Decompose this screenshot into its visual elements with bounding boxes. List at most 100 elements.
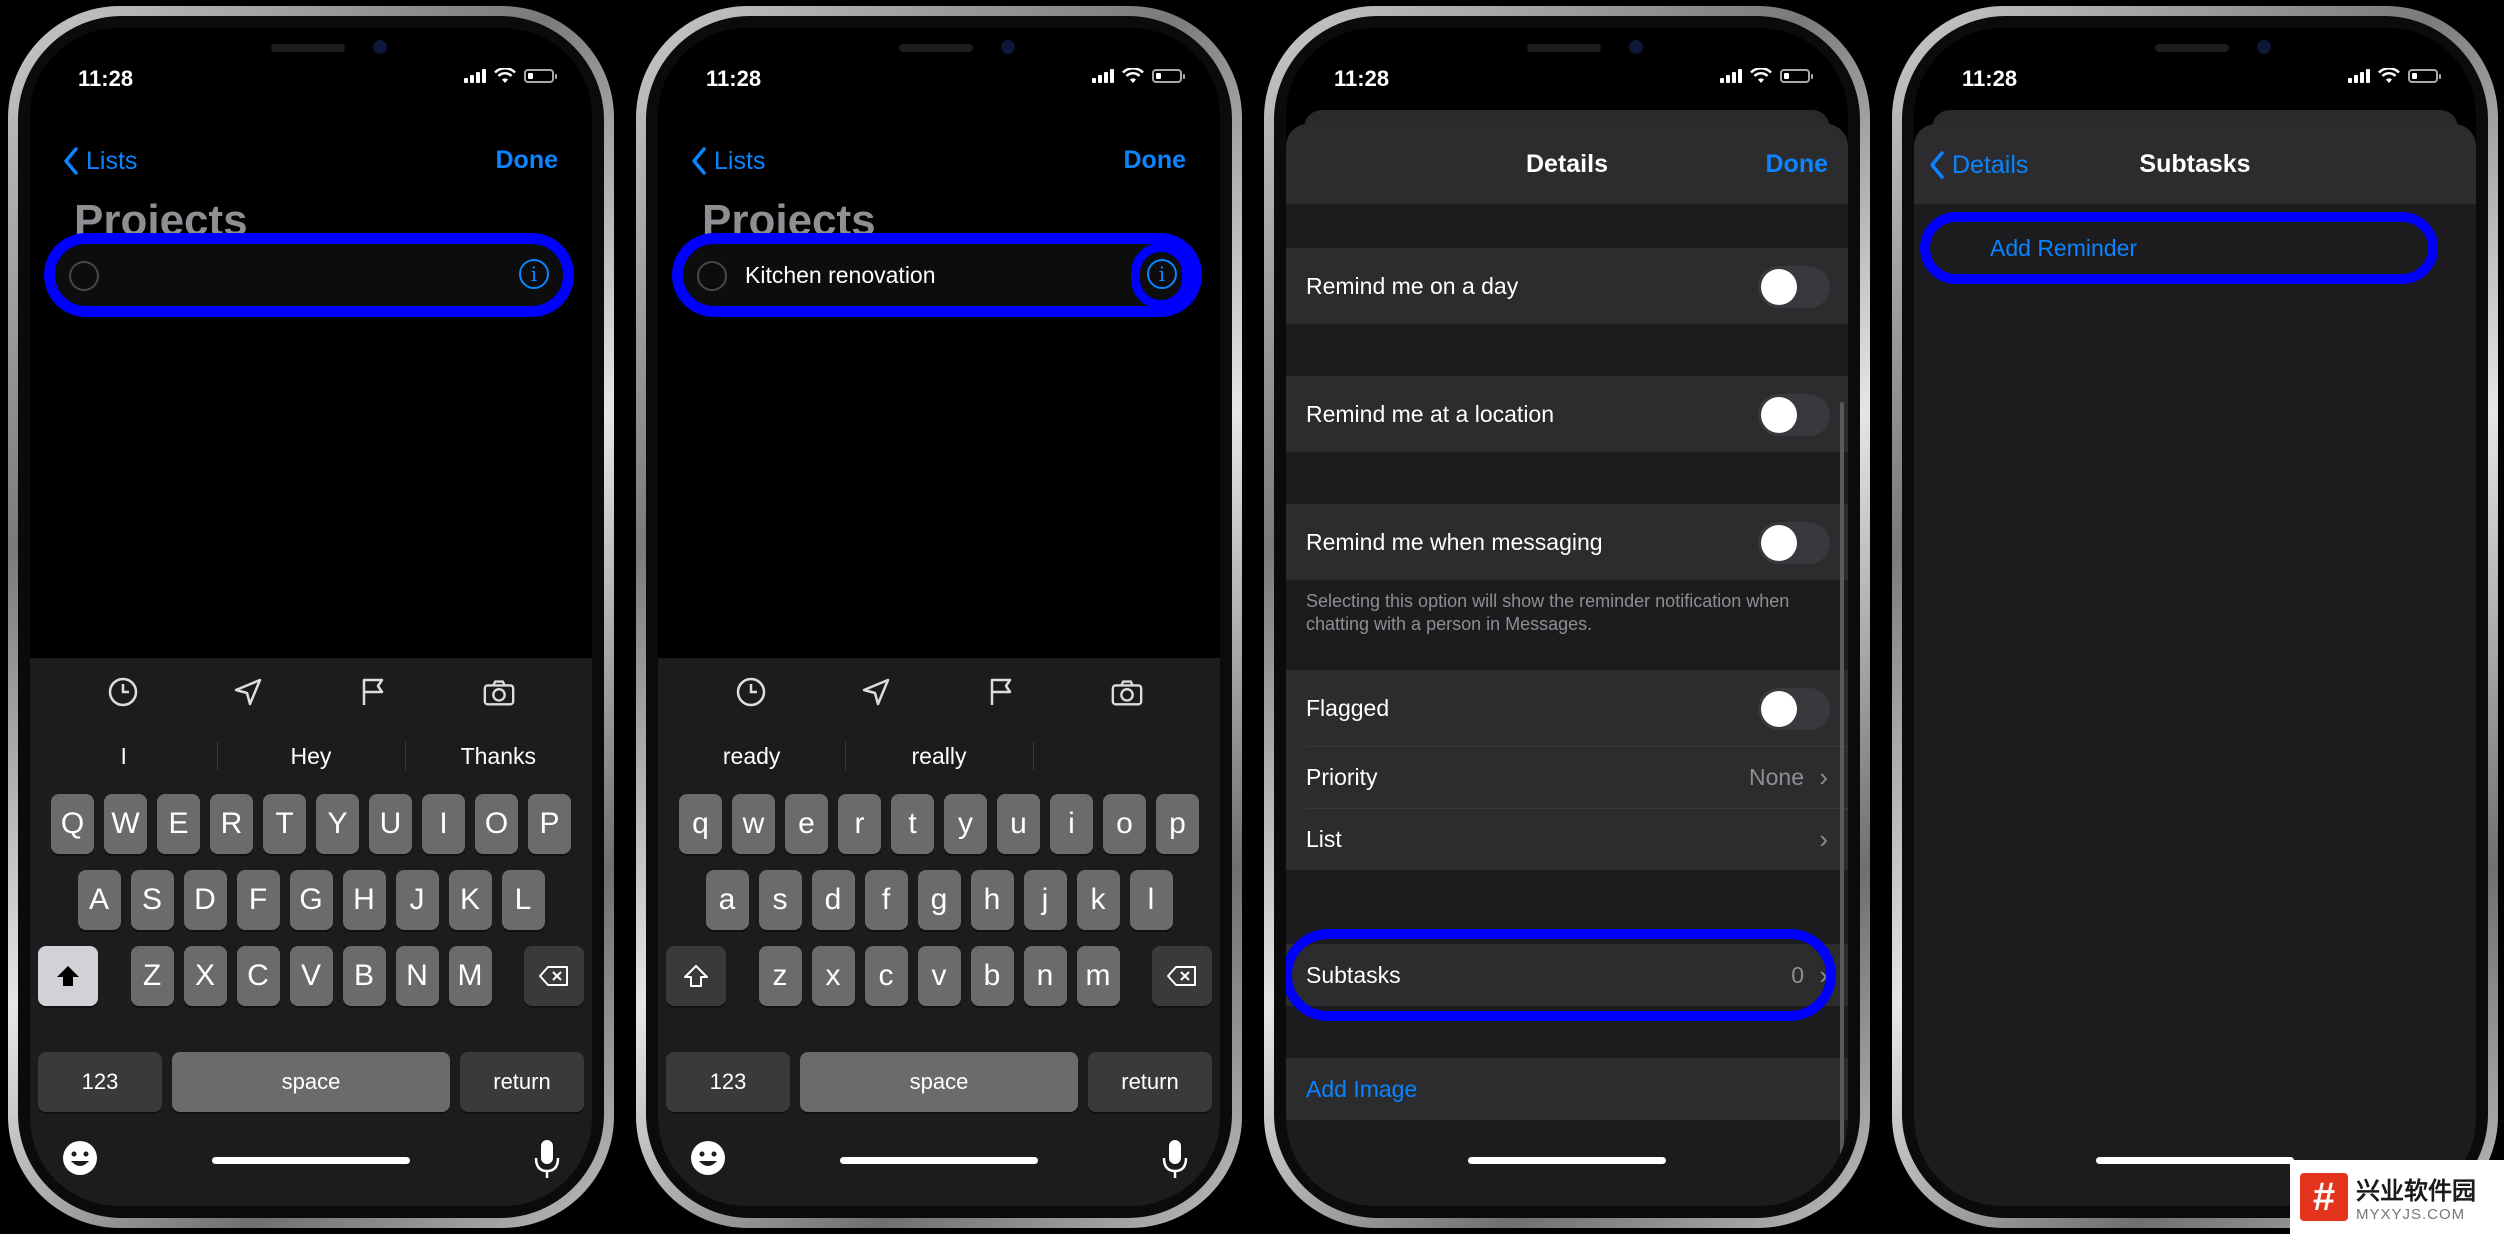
remind-day-toggle[interactable]	[1758, 266, 1830, 308]
key[interactable]: p	[1156, 794, 1199, 854]
key[interactable]: u	[997, 794, 1040, 854]
suggestion[interactable]	[1032, 726, 1220, 786]
done-button[interactable]: Done	[1124, 146, 1187, 175]
key[interactable]: A	[77, 870, 121, 930]
key[interactable]: x	[811, 946, 855, 1006]
key[interactable]: l	[1129, 870, 1173, 930]
remind-messaging-row[interactable]: Remind me when messaging	[1286, 504, 1848, 580]
flag-icon[interactable]	[985, 675, 1019, 709]
delete-key[interactable]	[524, 946, 584, 1006]
add-image-button[interactable]: Add Image	[1306, 1076, 1417, 1103]
clock-icon[interactable]	[734, 675, 768, 709]
key[interactable]: Z	[130, 946, 174, 1006]
suggestion[interactable]: really	[845, 726, 1032, 786]
key[interactable]: D	[183, 870, 227, 930]
key[interactable]: W	[104, 794, 147, 854]
info-icon[interactable]: i	[519, 259, 549, 289]
key[interactable]: N	[395, 946, 439, 1006]
home-indicator[interactable]	[840, 1157, 1038, 1164]
key[interactable]: X	[183, 946, 227, 1006]
key[interactable]: i	[1050, 794, 1093, 854]
key[interactable]: I	[422, 794, 465, 854]
completion-circle[interactable]	[69, 261, 99, 291]
info-icon[interactable]: i	[1147, 259, 1177, 289]
home-indicator[interactable]	[212, 1157, 410, 1164]
key[interactable]: Q	[51, 794, 94, 854]
key[interactable]: M	[448, 946, 492, 1006]
add-reminder-button[interactable]: Add Reminder	[1920, 212, 2438, 284]
back-button[interactable]: Lists	[690, 146, 765, 176]
home-indicator[interactable]	[1468, 1157, 1666, 1164]
scrollbar[interactable]	[1840, 402, 1844, 1172]
flagged-row[interactable]: Flagged	[1286, 670, 1848, 746]
key[interactable]: U	[369, 794, 412, 854]
reminder-text-input[interactable]: Kitchen renovation	[745, 262, 936, 289]
key[interactable]: n	[1023, 946, 1067, 1006]
list-row[interactable]: List ›	[1286, 808, 1848, 870]
clock-icon[interactable]	[106, 675, 140, 709]
return-key[interactable]: return	[460, 1052, 584, 1112]
remind-location-row[interactable]: Remind me at a location	[1286, 376, 1848, 452]
key[interactable]: K	[448, 870, 492, 930]
key[interactable]: L	[501, 870, 545, 930]
key[interactable]: G	[289, 870, 333, 930]
remind-messaging-toggle[interactable]	[1758, 522, 1830, 564]
delete-key[interactable]	[1152, 946, 1212, 1006]
key[interactable]: c	[864, 946, 908, 1006]
space-key[interactable]: space	[172, 1052, 450, 1112]
key[interactable]: y	[944, 794, 987, 854]
numbers-key[interactable]: 123	[666, 1052, 790, 1112]
key[interactable]: h	[970, 870, 1014, 930]
key[interactable]: O	[475, 794, 518, 854]
suggestion[interactable]: I	[30, 726, 217, 786]
key[interactable]: d	[811, 870, 855, 930]
camera-icon[interactable]	[1110, 675, 1144, 709]
key[interactable]: m	[1076, 946, 1120, 1006]
add-image-row[interactable]: Add Image	[1286, 1058, 1848, 1120]
key[interactable]: E	[157, 794, 200, 854]
space-key[interactable]: space	[800, 1052, 1078, 1112]
location-arrow-icon[interactable]	[231, 675, 265, 709]
key[interactable]: Y	[316, 794, 359, 854]
location-arrow-icon[interactable]	[859, 675, 893, 709]
flagged-toggle[interactable]	[1758, 688, 1830, 730]
numbers-key[interactable]: 123	[38, 1052, 162, 1112]
remind-day-row[interactable]: Remind me on a day	[1286, 248, 1848, 324]
completion-circle[interactable]	[697, 261, 727, 291]
shift-key[interactable]	[666, 946, 726, 1006]
done-button[interactable]: Done	[496, 146, 559, 175]
key[interactable]: r	[838, 794, 881, 854]
camera-icon[interactable]	[482, 675, 516, 709]
key[interactable]: R	[210, 794, 253, 854]
key[interactable]: e	[785, 794, 828, 854]
suggestion[interactable]: Thanks	[404, 726, 592, 786]
key[interactable]: F	[236, 870, 280, 930]
key[interactable]: P	[528, 794, 571, 854]
emoji-icon[interactable]	[688, 1138, 728, 1178]
done-button[interactable]: Done	[1766, 150, 1829, 179]
new-reminder-row[interactable]: i	[44, 233, 574, 317]
emoji-icon[interactable]	[60, 1138, 100, 1178]
key[interactable]: g	[917, 870, 961, 930]
key[interactable]: v	[917, 946, 961, 1006]
key[interactable]: f	[864, 870, 908, 930]
key[interactable]: a	[705, 870, 749, 930]
new-reminder-row[interactable]: Kitchen renovation i	[672, 233, 1202, 317]
remind-location-toggle[interactable]	[1758, 394, 1830, 436]
key[interactable]: j	[1023, 870, 1067, 930]
key[interactable]: q	[679, 794, 722, 854]
return-key[interactable]: return	[1088, 1052, 1212, 1112]
suggestion[interactable]: ready	[658, 726, 845, 786]
home-indicator[interactable]	[2096, 1157, 2294, 1164]
key[interactable]: t	[891, 794, 934, 854]
key[interactable]: z	[758, 946, 802, 1006]
key[interactable]: o	[1103, 794, 1146, 854]
key[interactable]: J	[395, 870, 439, 930]
key[interactable]: H	[342, 870, 386, 930]
key[interactable]: S	[130, 870, 174, 930]
shift-key[interactable]	[38, 946, 98, 1006]
key[interactable]: B	[342, 946, 386, 1006]
key[interactable]: C	[236, 946, 280, 1006]
suggestion[interactable]: Hey	[217, 726, 404, 786]
back-button[interactable]: Lists	[62, 146, 137, 176]
